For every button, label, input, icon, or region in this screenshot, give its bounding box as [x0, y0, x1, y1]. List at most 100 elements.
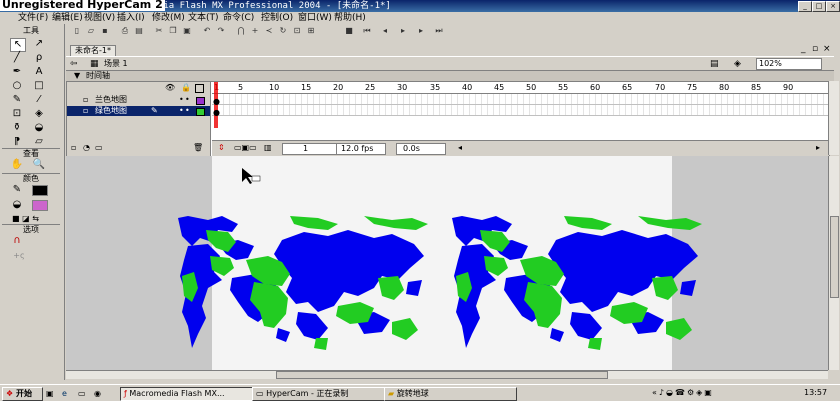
tray-icons[interactable]: «♪◒☎⚙◈▣: [652, 388, 714, 397]
menu-edit[interactable]: 编辑(E): [52, 12, 83, 24]
scroll-left-icon[interactable]: ◂: [458, 143, 462, 152]
menu-modify[interactable]: 修改(M): [152, 12, 185, 24]
smooth-icon[interactable]: +: [250, 26, 260, 36]
rewind-icon[interactable]: ⏮: [362, 26, 372, 36]
layer-outline-color[interactable]: [196, 108, 205, 116]
ink-bottle-icon[interactable]: ⚱: [10, 122, 24, 134]
layer-lock-dot[interactable]: •: [185, 106, 190, 116]
add-guide-icon[interactable]: ◔: [83, 143, 90, 152]
open-file-icon[interactable]: ▱: [86, 26, 96, 36]
task-flash[interactable]: ƒ Macromedia Flash MX...: [120, 387, 253, 401]
doc-restore-icon[interactable]: ▫: [812, 44, 818, 54]
zoom-tool-icon[interactable]: 🔍: [32, 159, 46, 171]
eye-icon[interactable]: 👁: [165, 83, 175, 92]
smooth-option-icon[interactable]: +ς: [12, 250, 26, 262]
world-map-graphic[interactable]: [66, 156, 828, 370]
menu-commands[interactable]: 命令(C): [223, 12, 254, 24]
add-layer-icon[interactable]: ▫: [71, 143, 76, 152]
menu-control[interactable]: 控制(O): [261, 12, 293, 24]
doc-close-icon[interactable]: ×: [823, 44, 831, 54]
scroll-right-icon[interactable]: ▸: [816, 143, 820, 152]
document-tab[interactable]: 未命名-1*: [70, 45, 116, 56]
edit-markers-icon[interactable]: ▥: [264, 143, 272, 152]
outline-icon[interactable]: [195, 84, 204, 93]
edit-scene-icon[interactable]: ▤: [710, 59, 719, 69]
layer-outline-color[interactable]: [196, 97, 205, 105]
edit-symbol-icon[interactable]: ◈: [734, 59, 741, 69]
trash-icon[interactable]: 🗑: [193, 143, 203, 152]
arrow-tool-icon[interactable]: ↖: [10, 38, 26, 52]
onion-skin-icon[interactable]: ▭▣▭: [234, 143, 257, 152]
save-icon[interactable]: ▪: [100, 26, 110, 36]
paint-bucket-icon[interactable]: ◒: [32, 122, 46, 134]
zoom-select[interactable]: 102%: [756, 58, 822, 70]
menu-view[interactable]: 视图(V): [84, 12, 115, 24]
quicklaunch-ie-icon[interactable]: e: [62, 389, 67, 398]
text-tool-icon[interactable]: A: [32, 66, 46, 78]
layer-row-blue[interactable]: ▫ 兰色地图 • •: [67, 95, 210, 105]
menu-file[interactable]: 文件(F): [18, 12, 48, 24]
fill-color-swatch[interactable]: [32, 200, 48, 211]
layer-row-green[interactable]: ▫ 绿色地图 ✎ • •: [67, 106, 210, 116]
go-end-icon[interactable]: ⏭: [434, 26, 444, 36]
line-tool-icon[interactable]: ╱: [10, 52, 24, 64]
layer-lock-dot[interactable]: •: [185, 95, 190, 105]
doc-minimize-icon[interactable]: _: [801, 44, 806, 54]
free-transform-icon[interactable]: ⊡: [10, 108, 24, 120]
close-button[interactable]: ×: [826, 1, 840, 12]
brush-tool-icon[interactable]: ⁄: [32, 94, 46, 106]
stop-icon[interactable]: ■: [344, 26, 354, 36]
hscroll-thumb[interactable]: [276, 371, 608, 379]
menu-help[interactable]: 帮助(H): [334, 12, 366, 24]
layer-visible-dot[interactable]: •: [179, 95, 184, 105]
menu-insert[interactable]: 插入(I): [117, 12, 145, 24]
frame-row[interactable]: [212, 105, 829, 116]
step-forward-icon[interactable]: ▸: [416, 26, 426, 36]
rectangle-tool-icon[interactable]: □: [32, 80, 46, 92]
vscroll-thumb[interactable]: [830, 216, 839, 298]
snap-icon[interactable]: ⋂: [236, 26, 246, 36]
start-button[interactable]: ❖ 开始: [2, 387, 43, 401]
copy-icon[interactable]: ❐: [168, 26, 178, 36]
subselect-tool-icon[interactable]: ↗: [32, 38, 46, 50]
quicklaunch-folder-icon[interactable]: ▭: [78, 389, 86, 398]
menu-window[interactable]: 窗口(W): [298, 12, 332, 24]
cut-icon[interactable]: ✂: [154, 26, 164, 36]
step-back-icon[interactable]: ◂: [380, 26, 390, 36]
straighten-icon[interactable]: ≺: [264, 26, 274, 36]
undo-icon[interactable]: ↶: [202, 26, 212, 36]
eyedropper-icon[interactable]: ⁋: [10, 136, 24, 148]
add-folder-icon[interactable]: ▭: [95, 143, 103, 152]
paste-icon[interactable]: ▣: [182, 26, 192, 36]
back-arrow-icon[interactable]: ⇦: [70, 59, 78, 69]
quicklaunch-media-icon[interactable]: ◉: [94, 389, 101, 398]
lock-icon[interactable]: 🔒: [181, 83, 191, 92]
swap-colors-icon[interactable]: ■ ◪ ⇆: [12, 214, 39, 223]
print-preview-icon[interactable]: ▤: [134, 26, 144, 36]
minimize-button[interactable]: _: [798, 1, 812, 12]
align-icon[interactable]: ⊞: [306, 26, 316, 36]
print-icon[interactable]: ⎙: [120, 26, 130, 36]
scale-icon[interactable]: ⊡: [292, 26, 302, 36]
frame-row[interactable]: [212, 94, 829, 105]
fill-transform-icon[interactable]: ◈: [32, 108, 46, 120]
timeline-vscroll[interactable]: [828, 81, 839, 155]
maximize-button[interactable]: □: [812, 1, 826, 12]
new-file-icon[interactable]: ▯: [72, 26, 82, 36]
keyframe-dot[interactable]: ●: [213, 97, 220, 106]
task-folder[interactable]: ▰ 旋转地球: [384, 387, 517, 401]
stage-hscroll[interactable]: [66, 370, 828, 379]
rotate-icon[interactable]: ↻: [278, 26, 288, 36]
pen-tool-icon[interactable]: ✒: [10, 66, 24, 78]
redo-icon[interactable]: ↷: [216, 26, 226, 36]
menu-text[interactable]: 文本(T): [188, 12, 219, 24]
hand-tool-icon[interactable]: ✋: [10, 159, 24, 171]
stroke-color-swatch[interactable]: [32, 185, 48, 196]
lasso-tool-icon[interactable]: ρ: [32, 52, 46, 64]
eraser-icon[interactable]: ▱: [32, 136, 46, 148]
timeline-toggle-icon[interactable]: ▼: [74, 71, 80, 81]
center-frame-icon[interactable]: ⇕: [218, 143, 225, 152]
play-icon[interactable]: ▸: [398, 26, 408, 36]
pencil-tool-icon[interactable]: ✎: [10, 94, 24, 106]
quicklaunch-desktop-icon[interactable]: ▣: [46, 389, 54, 398]
